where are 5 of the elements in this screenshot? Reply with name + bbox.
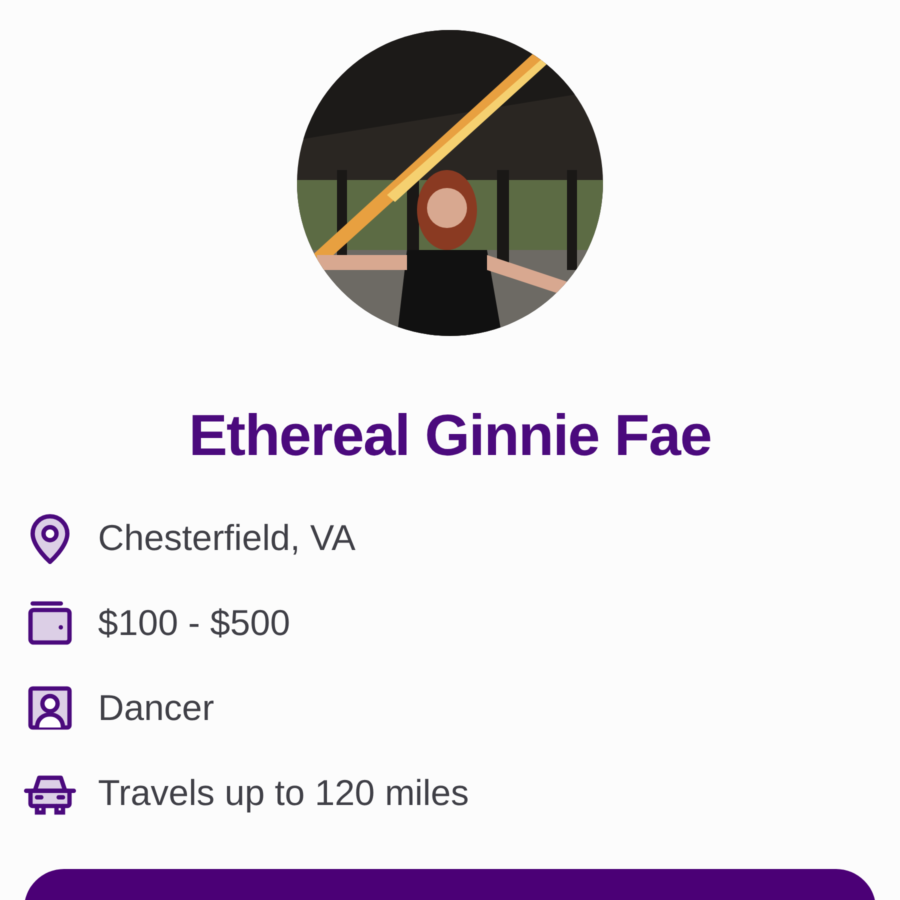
detail-text: Dancer (98, 686, 214, 730)
detail-text: Chesterfield, VA (98, 516, 356, 560)
detail-text: Travels up to 120 miles (98, 771, 469, 815)
detail-text: $100 - $500 (98, 601, 290, 645)
profile-name: Ethereal Ginnie Fae (188, 402, 712, 470)
